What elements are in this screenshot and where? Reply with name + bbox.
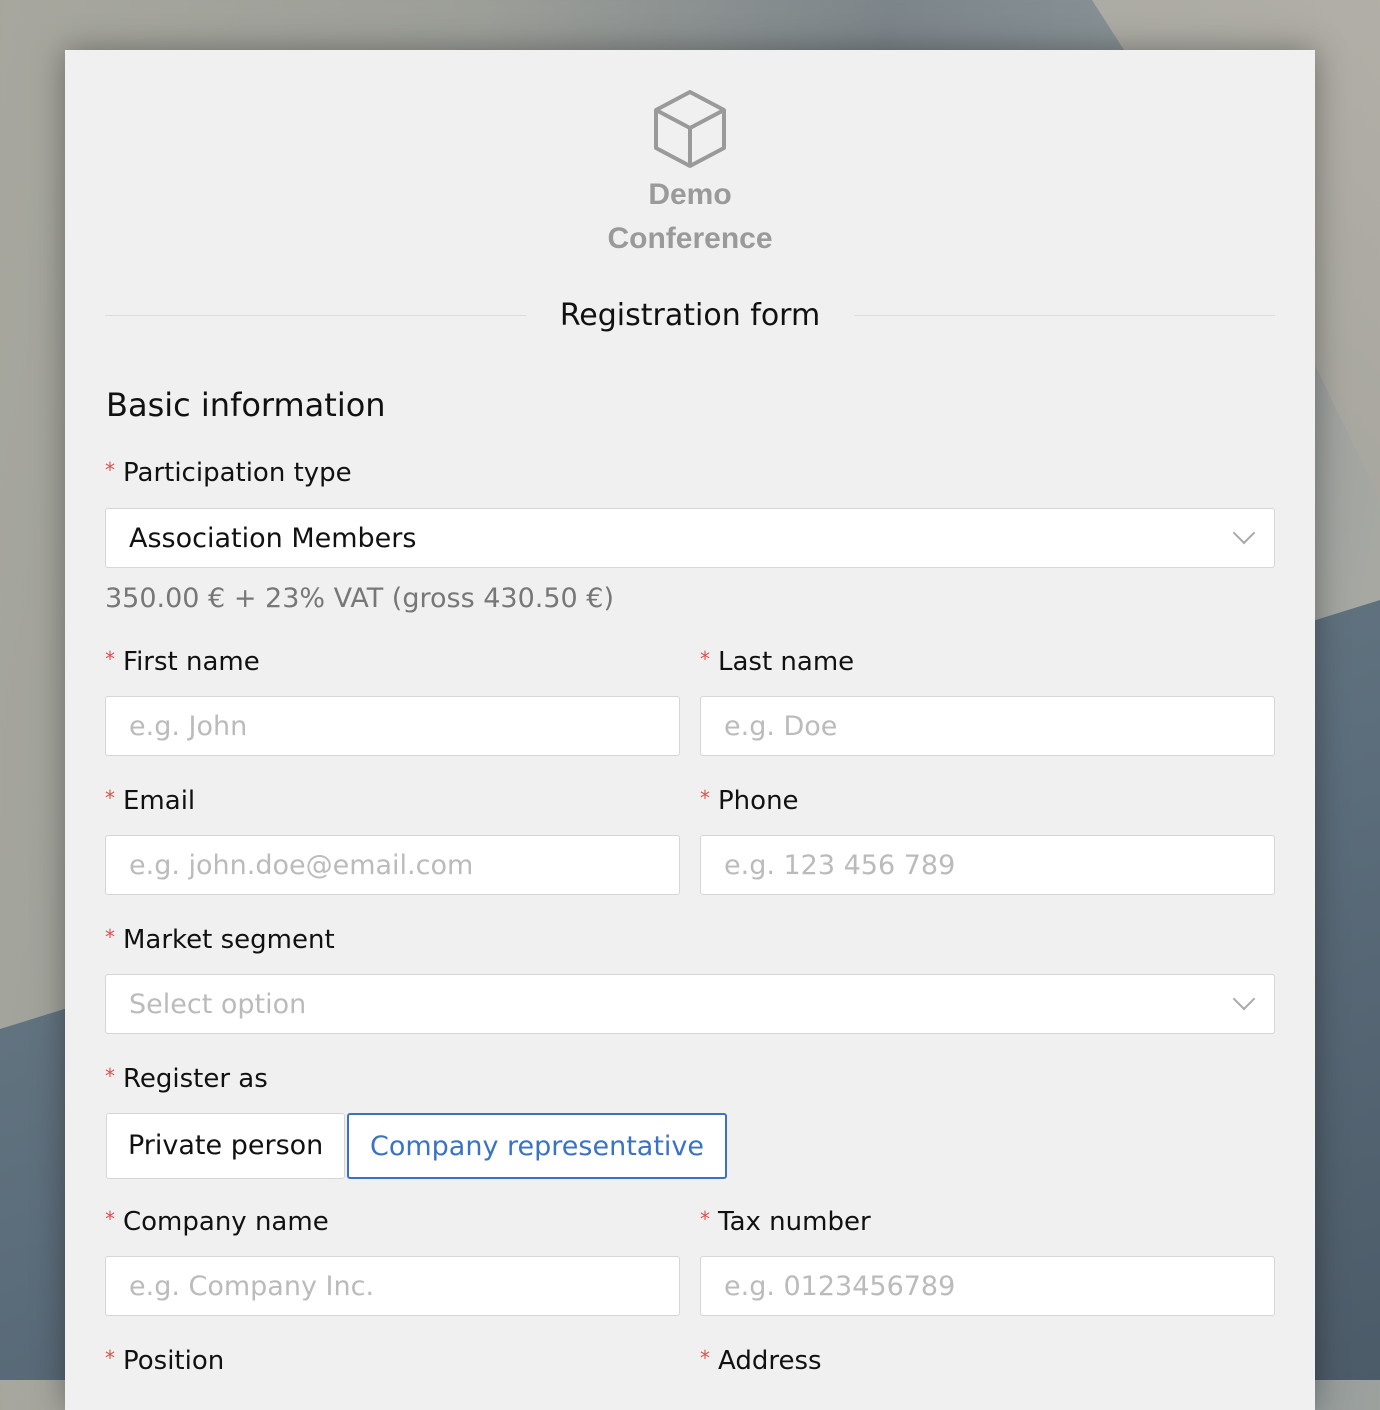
label-text: Email	[123, 786, 196, 816]
divider	[854, 314, 1276, 316]
required-marker: *	[105, 786, 115, 810]
cube-icon	[654, 90, 726, 168]
label-text: Tax number	[718, 1207, 871, 1237]
label-text: Market segment	[123, 925, 335, 955]
email-input[interactable]: e.g. john.doe@email.com	[105, 835, 680, 895]
position-label: * Position	[105, 1346, 224, 1376]
required-marker: *	[700, 647, 710, 671]
first-name-input[interactable]: e.g. John	[105, 696, 680, 756]
registration-card: Demo Conference Registration form Basic …	[65, 50, 1315, 1410]
required-marker: *	[105, 647, 115, 671]
tax-number-input[interactable]: e.g. 0123456789	[700, 1256, 1275, 1316]
participation-type-label: * Participation type	[105, 458, 352, 488]
last-name-label: * Last name	[700, 647, 854, 677]
label-text: Company name	[123, 1207, 329, 1237]
company-name-label: * Company name	[105, 1207, 329, 1237]
market-segment-label: * Market segment	[105, 925, 335, 955]
participation-type-select[interactable]: Association Members	[105, 508, 1275, 568]
register-as-label: * Register as	[105, 1064, 268, 1094]
required-marker: *	[700, 1346, 710, 1370]
required-marker: *	[105, 925, 115, 949]
register-as-company-representative[interactable]: Company representative	[347, 1113, 728, 1179]
first-name-label: * First name	[105, 647, 260, 677]
market-segment-select[interactable]: Select option	[105, 974, 1275, 1034]
required-marker: *	[105, 1346, 115, 1370]
form-title: Registration form	[559, 297, 821, 333]
required-marker: *	[700, 786, 710, 810]
chevron-down-icon	[1232, 521, 1256, 545]
required-marker: *	[105, 1064, 115, 1088]
last-name-input[interactable]: e.g. Doe	[700, 696, 1275, 756]
divider	[105, 314, 526, 316]
label-text: Position	[123, 1346, 225, 1376]
label-text: Phone	[718, 786, 799, 816]
select-placeholder: Select option	[129, 989, 307, 1020]
register-as-private-person[interactable]: Private person	[106, 1113, 346, 1179]
company-name-input[interactable]: e.g. Company Inc.	[105, 1256, 680, 1316]
chevron-down-icon	[1232, 987, 1256, 1011]
address-label: * Address	[700, 1346, 822, 1376]
label-text: Register as	[123, 1064, 268, 1094]
logo-name-line1: Demo	[648, 178, 732, 211]
label-text: First name	[123, 647, 260, 677]
phone-label: * Phone	[700, 786, 799, 816]
label-text: Participation type	[123, 458, 352, 488]
section-title: Basic information	[106, 386, 386, 424]
tax-number-label: * Tax number	[700, 1207, 871, 1237]
required-marker: *	[105, 1207, 115, 1231]
label-text: Last name	[718, 647, 855, 677]
phone-input[interactable]: e.g. 123 456 789	[700, 835, 1275, 895]
logo-name-line2: Conference	[607, 222, 773, 255]
label-text: Address	[718, 1346, 822, 1376]
logo: Demo Conference	[65, 88, 1315, 258]
select-value: Association Members	[129, 523, 417, 554]
price-note: 350.00 € + 23% VAT (gross 430.50 €)	[105, 583, 614, 614]
required-marker: *	[105, 458, 115, 482]
form-title-row: Registration form	[105, 295, 1276, 335]
email-label: * Email	[105, 786, 195, 816]
required-marker: *	[700, 1207, 710, 1231]
